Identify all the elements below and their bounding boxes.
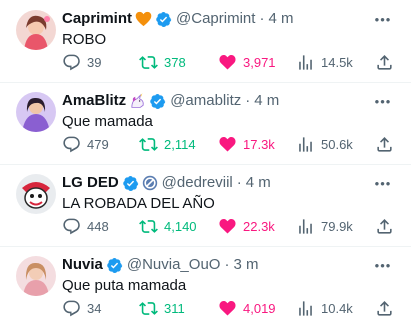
avatar[interactable]: [16, 174, 56, 214]
reply-icon: [63, 136, 80, 152]
reply-count: 39: [87, 54, 102, 70]
reply-button[interactable]: 39: [62, 52, 101, 72]
share-button[interactable]: [375, 52, 394, 72]
timestamp[interactable]: 3 m: [233, 255, 258, 275]
tweet-text: Que mamada: [62, 113, 153, 130]
retweet-count: 2,114: [164, 136, 196, 152]
reply-button[interactable]: 479: [62, 134, 109, 154]
retweet-count: 311: [164, 300, 185, 316]
like-button[interactable]: 4,019: [218, 298, 276, 318]
like-count: 17.3k: [243, 136, 275, 152]
tweet-text: Que puta mamada: [62, 277, 187, 294]
retweet-button[interactable]: 378: [139, 52, 186, 72]
author-name[interactable]: Caprimint: [62, 9, 132, 29]
views-chart-icon: [299, 136, 312, 152]
avatar[interactable]: [16, 256, 56, 296]
heart-icon: [219, 54, 236, 69]
retweet-button[interactable]: 311: [139, 298, 185, 318]
separator-dot: ·: [236, 174, 242, 191]
tweet[interactable]: Caprimint @Caprimint · 4 m ••• ROBO 39 3…: [0, 0, 411, 80]
verified-badge-icon[interactable]: [106, 257, 123, 274]
tweet-text: LA ROBADA DEL AÑO: [62, 195, 215, 212]
heart-icon: [219, 136, 236, 151]
reply-button[interactable]: 34: [62, 298, 101, 318]
circle-slash-icon: [142, 175, 158, 191]
view-count: 14.5k: [321, 54, 353, 70]
share-icon: [377, 218, 392, 234]
views-button[interactable]: 14.5k: [296, 52, 353, 72]
more-options-icon[interactable]: •••: [373, 91, 393, 111]
reply-icon: [63, 300, 80, 316]
more-options-icon[interactable]: •••: [373, 9, 393, 29]
avatar[interactable]: [16, 10, 56, 50]
tweet[interactable]: Nuvia @Nuvia_OuO · 3 m ••• Que puta mama…: [0, 246, 411, 324]
tweet[interactable]: AmaBlitz @amablitz · 4 m ••• Que mamada …: [0, 82, 411, 162]
separator-dot: ·: [245, 92, 251, 109]
reply-icon: [63, 218, 80, 234]
share-button[interactable]: [375, 216, 394, 236]
retweet-icon: [139, 55, 158, 69]
reply-button[interactable]: 448: [62, 216, 109, 236]
views-button[interactable]: 79.9k: [296, 216, 353, 236]
like-button[interactable]: 22.3k: [218, 216, 275, 236]
reply-count: 448: [87, 218, 109, 234]
tweet-text: ROBO: [62, 31, 107, 48]
separator-dot: ·: [259, 10, 265, 27]
reply-count: 34: [87, 300, 102, 316]
share-icon: [377, 136, 392, 152]
retweet-button[interactable]: 2,114: [139, 134, 196, 154]
verified-badge-icon[interactable]: [155, 11, 172, 28]
author-handle[interactable]: @Nuvia_OuO: [127, 255, 221, 275]
view-count: 50.6k: [321, 136, 353, 152]
like-count: 4,019: [243, 300, 276, 316]
orange-heart-icon: [135, 11, 152, 27]
views-button[interactable]: 50.6k: [296, 134, 353, 154]
retweet-count: 4,140: [164, 218, 197, 234]
timestamp[interactable]: 4 m: [246, 173, 271, 193]
view-count: 79.9k: [321, 218, 353, 234]
heart-icon: [219, 300, 236, 315]
share-button[interactable]: [375, 134, 394, 154]
retweet-count: 378: [164, 54, 186, 70]
tweet[interactable]: LG DED @dedreviil · 4 m ••• LA ROBADA DE…: [0, 164, 411, 244]
retweet-icon: [139, 137, 158, 151]
verified-badge-icon[interactable]: [122, 175, 139, 192]
like-count: 22.3k: [243, 218, 275, 234]
like-button[interactable]: 17.3k: [218, 134, 275, 154]
reply-icon: [63, 54, 80, 70]
view-count: 10.4k: [321, 300, 353, 316]
like-count: 3,971: [243, 54, 276, 70]
timestamp[interactable]: 4 m: [254, 91, 279, 111]
author-name[interactable]: LG DED: [62, 173, 119, 193]
retweet-icon: [139, 301, 158, 315]
share-icon: [377, 300, 392, 316]
retweet-icon: [139, 219, 158, 233]
avatar[interactable]: [16, 92, 56, 132]
views-chart-icon: [299, 54, 312, 70]
retweet-button[interactable]: 4,140: [139, 216, 197, 236]
author-handle[interactable]: @amablitz: [170, 91, 241, 111]
views-chart-icon: [299, 300, 312, 316]
views-button[interactable]: 10.4k: [296, 298, 353, 318]
share-icon: [377, 54, 392, 70]
more-options-icon[interactable]: •••: [373, 173, 393, 193]
reply-count: 479: [87, 136, 109, 152]
share-button[interactable]: [375, 298, 394, 318]
author-handle[interactable]: @Caprimint: [176, 9, 255, 29]
heart-icon: [219, 218, 236, 233]
unicorn-icon: [129, 93, 146, 109]
like-button[interactable]: 3,971: [218, 52, 276, 72]
views-chart-icon: [299, 218, 312, 234]
timestamp[interactable]: 4 m: [268, 9, 293, 29]
author-name[interactable]: Nuvia: [62, 255, 103, 275]
verified-badge-icon[interactable]: [149, 93, 166, 110]
separator-dot: ·: [224, 256, 230, 273]
more-options-icon[interactable]: •••: [373, 255, 393, 275]
author-name[interactable]: AmaBlitz: [62, 91, 126, 111]
author-handle[interactable]: @dedreviil: [162, 173, 233, 193]
